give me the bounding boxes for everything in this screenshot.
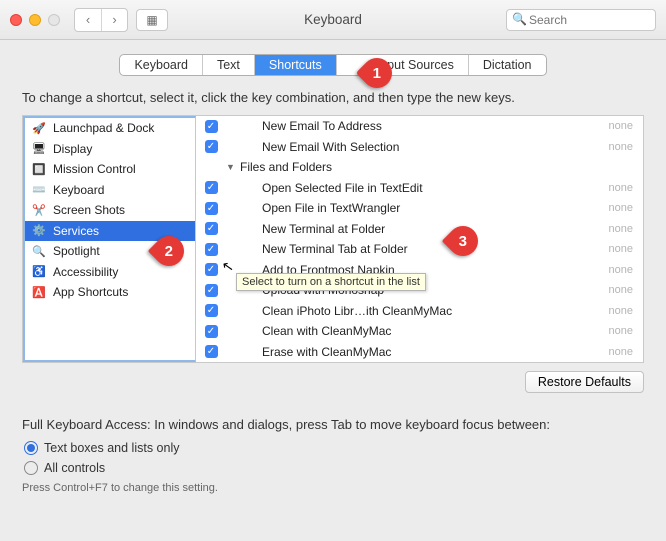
shortcut-label: Files and Folders bbox=[240, 160, 593, 174]
category-icon: 🖥 bbox=[31, 141, 47, 157]
window-title: Keyboard bbox=[304, 12, 362, 27]
shortcut-label: Erase with CleanMyMac bbox=[240, 345, 593, 359]
sidebar-item-keyboard[interactable]: ⌨️Keyboard bbox=[25, 180, 195, 201]
restore-defaults-button[interactable]: Restore Defaults bbox=[525, 371, 644, 393]
traffic-lights bbox=[10, 14, 60, 26]
shortcut-row[interactable]: ✓ Open Selected File in TextEditnone bbox=[196, 178, 643, 199]
radio-dot-icon bbox=[24, 441, 38, 455]
disclosure-icon: ▼ bbox=[226, 162, 240, 172]
checkbox-icon[interactable]: ✓ bbox=[205, 263, 218, 276]
category-icon: 🚀 bbox=[31, 120, 47, 136]
radio-all-controls[interactable]: All controls bbox=[24, 458, 666, 478]
shortcut-label: New Email To Address bbox=[240, 119, 593, 133]
sidebar-item-screen-shots[interactable]: ✂️Screen Shots bbox=[25, 200, 195, 221]
shortcut-value: none bbox=[593, 141, 643, 153]
shortcut-label: Open File in TextWrangler bbox=[240, 201, 593, 215]
checkbox-icon[interactable]: ✓ bbox=[205, 284, 218, 297]
group-header[interactable]: ▼Files and Folders bbox=[196, 157, 643, 178]
show-all-button[interactable]: ▦ bbox=[136, 9, 168, 31]
shortcut-value: none bbox=[593, 243, 643, 255]
radio-text-boxes-only[interactable]: Text boxes and lists only bbox=[24, 438, 666, 458]
category-icon: ✂️ bbox=[31, 202, 47, 218]
back-button[interactable]: ‹ bbox=[75, 9, 101, 31]
tabs: KeyboardTextShortcutsInput SourcesDictat… bbox=[0, 54, 666, 76]
shortcut-row[interactable]: ✓ New Terminal at Foldernone bbox=[196, 219, 643, 240]
shortcut-value: none bbox=[593, 305, 643, 317]
shortcut-value: none bbox=[593, 202, 643, 214]
shortcut-label: Clean with CleanMyMac bbox=[240, 324, 593, 338]
tab-text[interactable]: Text bbox=[203, 55, 255, 75]
category-icon: 🔲 bbox=[31, 161, 47, 177]
search-input[interactable] bbox=[506, 9, 656, 31]
shortcut-row[interactable]: ✓ Clean with CleanMyMacnone bbox=[196, 321, 643, 342]
full-keyboard-access-label: Full Keyboard Access: In windows and dia… bbox=[22, 417, 644, 432]
checkbox-icon[interactable]: ✓ bbox=[205, 243, 218, 256]
category-icon: 🅰️ bbox=[31, 284, 47, 300]
shortcut-label: Clean iPhoto Libr…ith CleanMyMac bbox=[240, 304, 593, 318]
shortcut-panes: 🚀Launchpad & Dock🖥Display🔲Mission Contro… bbox=[22, 115, 644, 363]
radio-dot-icon bbox=[24, 461, 38, 475]
sidebar-item-app-shortcuts[interactable]: 🅰️App Shortcuts bbox=[25, 282, 195, 303]
annotation-3: 3 bbox=[448, 226, 478, 256]
checkbox-icon[interactable]: ✓ bbox=[205, 222, 218, 235]
category-icon: ⚙️ bbox=[31, 223, 47, 239]
forward-button[interactable]: › bbox=[101, 9, 127, 31]
shortcut-value: none bbox=[593, 284, 643, 296]
nav-buttons: ‹ › bbox=[74, 8, 128, 32]
sidebar-item-mission-control[interactable]: 🔲Mission Control bbox=[25, 159, 195, 180]
keyboard-hint: Press Control+F7 to change this setting. bbox=[22, 482, 644, 494]
shortcut-value: none bbox=[593, 325, 643, 337]
shortcut-row[interactable]: ✓ New Terminal Tab at Foldernone bbox=[196, 239, 643, 260]
annotation-1: 1 bbox=[362, 58, 392, 88]
annotation-2: 2 bbox=[154, 236, 184, 266]
sidebar-item-display[interactable]: 🖥Display bbox=[25, 139, 195, 160]
shortcut-label: New Terminal Tab at Folder bbox=[240, 242, 593, 256]
shortcut-label: Open Selected File in TextEdit bbox=[240, 181, 593, 195]
checkbox-icon[interactable]: ✓ bbox=[205, 140, 218, 153]
checkbox-icon[interactable]: ✓ bbox=[205, 325, 218, 338]
shortcut-value: none bbox=[593, 120, 643, 132]
shortcut-value: none bbox=[593, 264, 643, 276]
tab-shortcuts[interactable]: Shortcuts bbox=[255, 55, 337, 75]
category-icon: ⌨️ bbox=[31, 182, 47, 198]
titlebar: ‹ › ▦ Keyboard 🔍 bbox=[0, 0, 666, 40]
shortcut-row[interactable]: ✓ Erase with CleanMyMacnone bbox=[196, 342, 643, 363]
shortcut-row[interactable]: ✓ Clean iPhoto Libr…ith CleanMyMacnone bbox=[196, 301, 643, 322]
checkbox-icon[interactable]: ✓ bbox=[205, 202, 218, 215]
shortcut-value: none bbox=[593, 346, 643, 358]
category-icon: 🔍 bbox=[31, 243, 47, 259]
shortcut-value: none bbox=[593, 223, 643, 235]
category-icon: ♿️ bbox=[31, 264, 47, 280]
shortcut-row[interactable]: ✓ Open File in TextWranglernone bbox=[196, 198, 643, 219]
shortcut-row[interactable]: ✓ New Email With Selectionnone bbox=[196, 137, 643, 158]
minimize-icon[interactable] bbox=[29, 14, 41, 26]
instruction-text: To change a shortcut, select it, click t… bbox=[22, 90, 644, 105]
shortcut-label: New Email With Selection bbox=[240, 140, 593, 154]
close-icon[interactable] bbox=[10, 14, 22, 26]
shortcut-list[interactable]: ✓New Email To Addressnone✓New Email With… bbox=[196, 116, 643, 362]
shortcut-value: none bbox=[593, 182, 643, 194]
maximize-icon bbox=[48, 14, 60, 26]
checkbox-icon[interactable]: ✓ bbox=[205, 345, 218, 358]
tab-keyboard[interactable]: Keyboard bbox=[120, 55, 203, 75]
tab-dictation[interactable]: Dictation bbox=[469, 55, 546, 75]
search-icon: 🔍 bbox=[512, 12, 527, 26]
checkbox-icon[interactable]: ✓ bbox=[205, 120, 218, 133]
tooltip: Select to turn on a shortcut in the list bbox=[236, 273, 426, 291]
shortcut-label: New Terminal at Folder bbox=[240, 222, 593, 236]
checkbox-icon[interactable]: ✓ bbox=[205, 304, 218, 317]
sidebar-item-launchpad-dock[interactable]: 🚀Launchpad & Dock bbox=[25, 118, 195, 139]
checkbox-icon[interactable]: ✓ bbox=[205, 181, 218, 194]
shortcut-row[interactable]: ✓ New Email To Addressnone bbox=[196, 116, 643, 137]
